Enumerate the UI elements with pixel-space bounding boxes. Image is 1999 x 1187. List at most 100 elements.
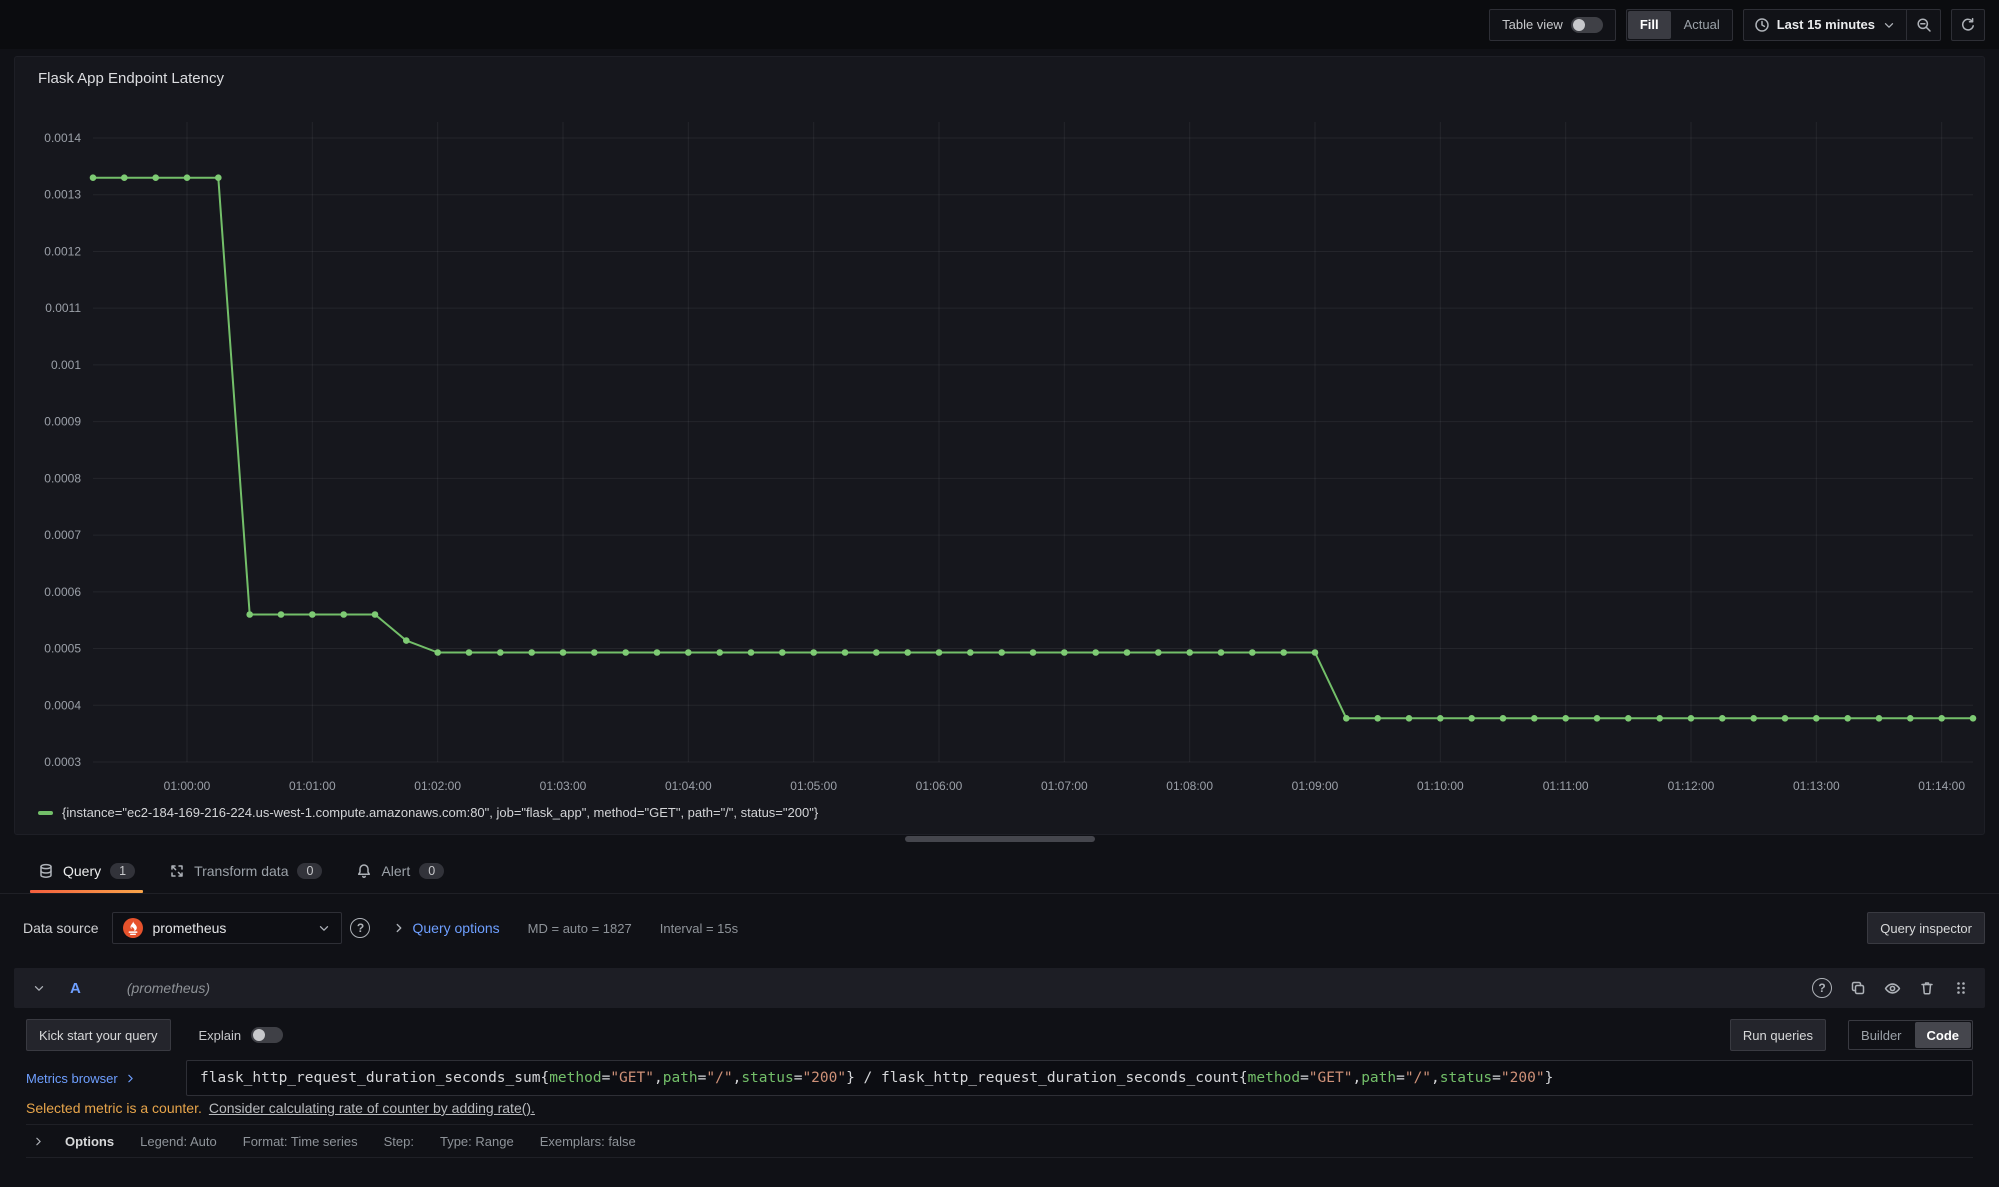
builder-code-segmented: Builder Code xyxy=(1848,1020,1973,1050)
top-toolbar: Table view Fill Actual Last 15 minutes xyxy=(0,0,1999,49)
table-view-label: Table view xyxy=(1502,17,1563,32)
svg-text:01:12:00: 01:12:00 xyxy=(1668,779,1715,793)
tab-query-badge: 1 xyxy=(110,863,135,879)
copy-icon[interactable] xyxy=(1850,980,1866,996)
promql-query[interactable]: flask_http_request_duration_seconds_sum{… xyxy=(186,1060,1973,1096)
latency-chart-svg[interactable]: 0.00140.00130.00120.00110.0010.00090.000… xyxy=(15,99,1984,799)
options-label[interactable]: Options xyxy=(65,1134,114,1149)
chevron-right-icon[interactable] xyxy=(392,921,406,935)
interval-text: Interval = 15s xyxy=(660,921,738,936)
tab-alert-badge: 0 xyxy=(419,863,444,879)
svg-text:0.001: 0.001 xyxy=(51,358,81,372)
options-step-meta: Step: xyxy=(384,1134,414,1149)
tab-transform-badge: 0 xyxy=(297,863,322,879)
chevron-down-icon xyxy=(1882,18,1896,32)
svg-text:01:09:00: 01:09:00 xyxy=(1292,779,1339,793)
grafana-panel-editor: Table view Fill Actual Last 15 minutes F… xyxy=(0,0,1999,1187)
latency-panel: Flask App Endpoint Latency 0.00140.00130… xyxy=(14,56,1985,835)
tab-alert-label: Alert xyxy=(381,863,410,879)
drag-handle-icon[interactable] xyxy=(1953,980,1969,996)
svg-text:0.0011: 0.0011 xyxy=(45,301,81,315)
tab-query-label: Query xyxy=(63,863,101,879)
datasource-value: prometheus xyxy=(152,920,308,936)
explain-toggle[interactable] xyxy=(251,1027,283,1043)
clock-icon xyxy=(1754,17,1770,33)
svg-text:01:07:00: 01:07:00 xyxy=(1041,779,1088,793)
svg-text:01:03:00: 01:03:00 xyxy=(540,779,587,793)
query-ref-id[interactable]: A xyxy=(70,980,81,997)
svg-text:01:13:00: 01:13:00 xyxy=(1793,779,1840,793)
chevron-right-icon xyxy=(124,1072,137,1085)
query-row-actions: ? xyxy=(1812,978,1969,998)
query-ref-row: A (prometheus) ? xyxy=(14,968,1985,1008)
prometheus-logo xyxy=(123,918,143,938)
options-type-meta: Type: Range xyxy=(440,1134,514,1149)
actual-button[interactable]: Actual xyxy=(1672,10,1732,40)
chart-area[interactable]: 0.00140.00130.00120.00110.0010.00090.000… xyxy=(15,99,1984,799)
svg-text:01:11:00: 01:11:00 xyxy=(1543,779,1589,793)
table-view-toggle[interactable] xyxy=(1571,17,1603,33)
run-queries-button[interactable]: Run queries xyxy=(1730,1019,1826,1051)
fill-actual-segmented: Fill Actual xyxy=(1626,9,1733,41)
svg-text:0.0006: 0.0006 xyxy=(44,585,81,599)
legend-series-swatch xyxy=(38,811,53,815)
toggle-knob xyxy=(253,1029,265,1041)
query-toolbar: Kick start your query Explain Run querie… xyxy=(26,1019,1973,1051)
tab-transform-label: Transform data xyxy=(194,863,288,879)
query-inspector-button[interactable]: Query inspector xyxy=(1867,912,1985,944)
zoom-out-button[interactable] xyxy=(1906,10,1940,40)
svg-text:01:10:00: 01:10:00 xyxy=(1417,779,1464,793)
panel-title: Flask App Endpoint Latency xyxy=(38,70,224,87)
datasource-select[interactable]: prometheus xyxy=(112,912,342,944)
chevron-right-icon[interactable] xyxy=(32,1135,45,1148)
code-button[interactable]: Code xyxy=(1915,1022,1972,1048)
time-range-label: Last 15 minutes xyxy=(1777,17,1875,32)
zoom-out-icon xyxy=(1916,17,1932,33)
svg-text:0.0008: 0.0008 xyxy=(44,471,81,485)
collapse-chevron-icon[interactable] xyxy=(32,981,46,995)
tab-query[interactable]: Query 1 xyxy=(26,849,147,893)
legend-item[interactable]: {instance="ec2-184-169-216-224.us-west-1… xyxy=(38,805,818,820)
trash-icon[interactable] xyxy=(1919,980,1935,996)
svg-text:01:05:00: 01:05:00 xyxy=(790,779,837,793)
time-picker-group: Last 15 minutes xyxy=(1743,9,1941,41)
chevron-down-icon xyxy=(317,921,331,935)
datasource-row: Data source prometheus ? Query options M… xyxy=(14,904,1985,952)
options-format-meta: Format: Time series xyxy=(243,1134,358,1149)
options-legend-meta: Legend: Auto xyxy=(140,1134,217,1149)
toggle-knob xyxy=(1573,19,1585,31)
refresh-button[interactable] xyxy=(1951,9,1985,41)
explain-control: Explain xyxy=(199,1027,284,1043)
fill-button[interactable]: Fill xyxy=(1628,11,1671,39)
query-options-link[interactable]: Query options xyxy=(412,920,499,936)
time-range-picker[interactable]: Last 15 minutes xyxy=(1744,10,1906,40)
eye-icon[interactable] xyxy=(1884,980,1901,997)
builder-button[interactable]: Builder xyxy=(1849,1021,1913,1049)
transform-icon xyxy=(169,863,185,879)
metrics-browser-link[interactable]: Metrics browser xyxy=(26,1060,186,1096)
warning-rate-link[interactable]: Consider calculating rate of counter by … xyxy=(209,1100,535,1116)
promql-editor-row: Metrics browser flask_http_request_durat… xyxy=(26,1060,1973,1096)
svg-text:0.0013: 0.0013 xyxy=(44,188,81,202)
svg-text:0.0004: 0.0004 xyxy=(44,698,81,712)
query-help-icon[interactable]: ? xyxy=(1812,978,1832,998)
svg-text:0.0012: 0.0012 xyxy=(44,244,81,258)
svg-text:01:01:00: 01:01:00 xyxy=(289,779,336,793)
query-datasource-hint: (prometheus) xyxy=(127,980,210,996)
pane-resize-handle[interactable] xyxy=(905,836,1095,842)
svg-text:01:08:00: 01:08:00 xyxy=(1166,779,1213,793)
kick-start-query-button[interactable]: Kick start your query xyxy=(26,1019,171,1051)
svg-text:01:06:00: 01:06:00 xyxy=(916,779,963,793)
warning-text: Selected metric is a counter. xyxy=(26,1100,202,1116)
tab-alert[interactable]: Alert 0 xyxy=(344,849,456,893)
tab-transform-data[interactable]: Transform data 0 xyxy=(157,849,334,893)
database-icon xyxy=(38,863,54,879)
svg-text:01:04:00: 01:04:00 xyxy=(665,779,712,793)
svg-text:0.0005: 0.0005 xyxy=(44,642,81,656)
explain-label: Explain xyxy=(199,1028,242,1043)
metrics-browser-label: Metrics browser xyxy=(26,1071,118,1086)
svg-text:01:00:00: 01:00:00 xyxy=(164,779,211,793)
legend-series-label: {instance="ec2-184-169-216-224.us-west-1… xyxy=(62,805,818,820)
datasource-help-icon[interactable]: ? xyxy=(350,918,370,938)
counter-warning: Selected metric is a counter. Consider c… xyxy=(26,1100,535,1116)
